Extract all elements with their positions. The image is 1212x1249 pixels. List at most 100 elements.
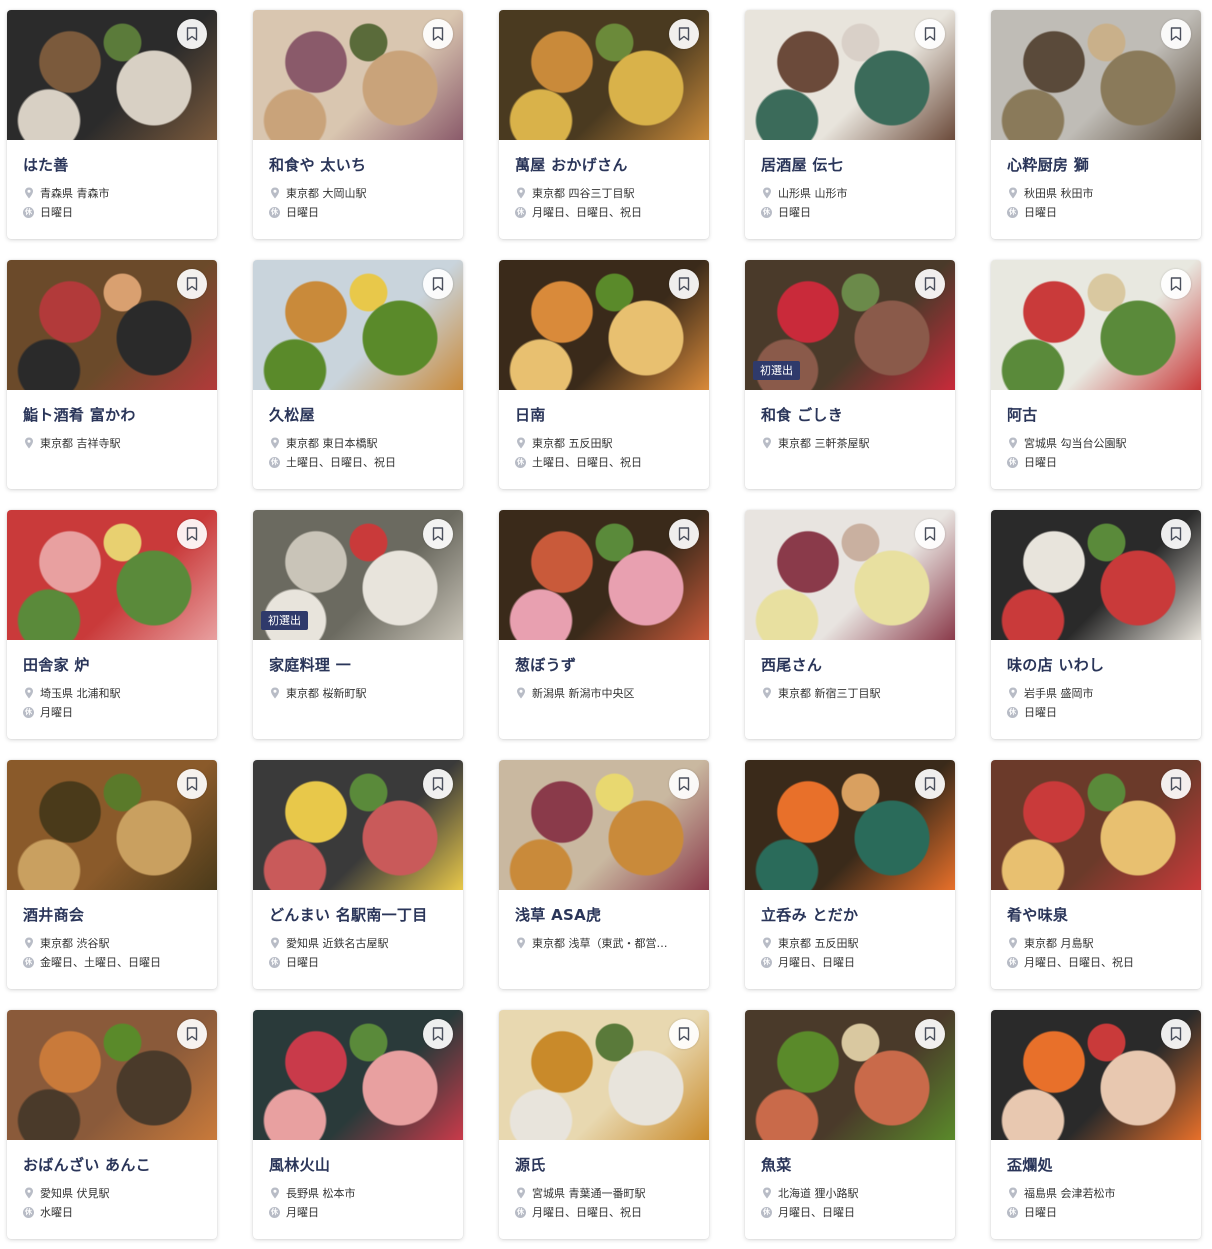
restaurant-photo[interactable] <box>253 760 463 890</box>
restaurant-name[interactable]: 源氏 <box>515 1154 699 1175</box>
restaurant-card[interactable]: 肴や味泉 東京都 月島駅休月曜日、日曜日、祝日 <box>991 760 1201 989</box>
restaurant-photo[interactable]: 初選出 <box>745 260 955 390</box>
bookmark-button[interactable] <box>423 1019 453 1049</box>
bookmark-button[interactable] <box>669 19 699 49</box>
restaurant-photo[interactable] <box>991 510 1201 640</box>
bookmark-button[interactable] <box>1161 1019 1191 1049</box>
restaurant-card[interactable]: 田舎家 炉埼玉県 北浦和駅休月曜日 <box>7 510 217 739</box>
restaurant-photo[interactable] <box>745 1010 955 1140</box>
bookmark-button[interactable] <box>915 19 945 49</box>
restaurant-name[interactable]: 浅草 ASA虎 <box>515 904 699 925</box>
restaurant-name[interactable]: 酒井商会 <box>23 904 207 925</box>
restaurant-card[interactable]: 源氏 宮城県 青葉通一番町駅休月曜日、日曜日、祝日 <box>499 1010 709 1239</box>
restaurant-card[interactable]: はた善 青森県 青森市休日曜日 <box>7 10 217 239</box>
restaurant-name[interactable]: どんまい 名駅南一丁目 <box>269 904 453 925</box>
restaurant-card[interactable]: おばんざい あんこ 愛知県 伏見駅休水曜日 <box>7 1010 217 1239</box>
restaurant-name[interactable]: 葱ぼうず <box>515 654 699 675</box>
restaurant-card[interactable]: どんまい 名駅南一丁目 愛知県 近鉄名古屋駅休日曜日 <box>253 760 463 989</box>
restaurant-card[interactable]: 浅草 ASA虎 東京都 浅草（東武・都営… <box>499 760 709 989</box>
restaurant-card[interactable]: 鮨ト酒肴 富かわ 東京都 吉祥寺駅 <box>7 260 217 489</box>
bookmark-button[interactable] <box>423 519 453 549</box>
restaurant-name[interactable]: 居酒屋 伝七 <box>761 154 945 175</box>
restaurant-card[interactable]: 阿古 宮城県 勾当台公園駅休日曜日 <box>991 260 1201 489</box>
bookmark-button[interactable] <box>669 519 699 549</box>
restaurant-name[interactable]: 肴や味泉 <box>1007 904 1191 925</box>
restaurant-name[interactable]: 心粋厨房 獅 <box>1007 154 1191 175</box>
bookmark-button[interactable] <box>915 269 945 299</box>
restaurant-card[interactable]: 久松屋 東京都 東日本橋駅休土曜日、日曜日、祝日 <box>253 260 463 489</box>
restaurant-card[interactable]: 初選出 和食 ごしき 東京都 三軒茶屋駅 <box>745 260 955 489</box>
restaurant-card[interactable]: 魚菜 北海道 狸小路駅休月曜日、日曜日 <box>745 1010 955 1239</box>
restaurant-name[interactable]: 阿古 <box>1007 404 1191 425</box>
restaurant-photo[interactable] <box>253 1010 463 1140</box>
restaurant-name[interactable]: 田舎家 炉 <box>23 654 207 675</box>
restaurant-name[interactable]: 西尾さん <box>761 654 945 675</box>
restaurant-photo[interactable]: 初選出 <box>253 510 463 640</box>
restaurant-photo[interactable] <box>499 1010 709 1140</box>
restaurant-name[interactable]: おばんざい あんこ <box>23 1154 207 1175</box>
restaurant-photo[interactable] <box>745 760 955 890</box>
restaurant-card[interactable]: 初選出 家庭料理 一東京都 桜新町駅 <box>253 510 463 739</box>
restaurant-card[interactable]: 立呑み とだか 東京都 五反田駅休月曜日、日曜日 <box>745 760 955 989</box>
restaurant-card[interactable]: 萬屋 おかげさん 東京都 四谷三丁目駅休月曜日、日曜日、祝日 <box>499 10 709 239</box>
bookmark-button[interactable] <box>1161 769 1191 799</box>
bookmark-button[interactable] <box>1161 519 1191 549</box>
restaurant-photo[interactable] <box>7 260 217 390</box>
restaurant-card[interactable]: 西尾さん 東京都 新宿三丁目駅 <box>745 510 955 739</box>
bookmark-button[interactable] <box>177 19 207 49</box>
restaurant-name[interactable]: 味の店 いわし <box>1007 654 1191 675</box>
restaurant-card[interactable]: 葱ぼうず 新潟県 新潟市中央区 <box>499 510 709 739</box>
restaurant-name[interactable]: 和食 ごしき <box>761 404 945 425</box>
restaurant-name[interactable]: 盃爛処 <box>1007 1154 1191 1175</box>
bookmark-button[interactable] <box>1161 19 1191 49</box>
restaurant-photo[interactable] <box>991 1010 1201 1140</box>
restaurant-photo[interactable] <box>7 760 217 890</box>
restaurant-card[interactable]: 和食や 太いち 東京都 大岡山駅休日曜日 <box>253 10 463 239</box>
restaurant-photo[interactable] <box>7 510 217 640</box>
restaurant-name[interactable]: 久松屋 <box>269 404 453 425</box>
restaurant-photo[interactable] <box>991 760 1201 890</box>
restaurant-photo[interactable] <box>991 260 1201 390</box>
restaurant-name[interactable]: 風林火山 <box>269 1154 453 1175</box>
restaurant-card[interactable]: 酒井商会 東京都 渋谷駅休金曜日、土曜日、日曜日 <box>7 760 217 989</box>
restaurant-card[interactable]: 日南 東京都 五反田駅休土曜日、日曜日、祝日 <box>499 260 709 489</box>
bookmark-button[interactable] <box>177 769 207 799</box>
bookmark-button[interactable] <box>1161 269 1191 299</box>
bookmark-button[interactable] <box>915 769 945 799</box>
bookmark-button[interactable] <box>915 519 945 549</box>
bookmark-button[interactable] <box>177 519 207 549</box>
restaurant-photo[interactable] <box>499 260 709 390</box>
restaurant-photo[interactable] <box>991 10 1201 140</box>
restaurant-photo[interactable] <box>499 510 709 640</box>
bookmark-button[interactable] <box>177 269 207 299</box>
restaurant-card[interactable]: 盃爛処 福島県 会津若松市休日曜日 <box>991 1010 1201 1239</box>
restaurant-photo[interactable] <box>745 510 955 640</box>
restaurant-name[interactable]: 魚菜 <box>761 1154 945 1175</box>
bookmark-button[interactable] <box>915 1019 945 1049</box>
restaurant-name[interactable]: 和食や 太いち <box>269 154 453 175</box>
bookmark-button[interactable] <box>423 269 453 299</box>
restaurant-photo[interactable] <box>499 760 709 890</box>
restaurant-photo[interactable] <box>253 260 463 390</box>
restaurant-card[interactable]: 味の店 いわし 岩手県 盛岡市休日曜日 <box>991 510 1201 739</box>
bookmark-button[interactable] <box>669 769 699 799</box>
restaurant-card[interactable]: 心粋厨房 獅秋田県 秋田市休日曜日 <box>991 10 1201 239</box>
bookmark-button[interactable] <box>423 769 453 799</box>
restaurant-photo[interactable] <box>7 1010 217 1140</box>
restaurant-name[interactable]: 萬屋 おかげさん <box>515 154 699 175</box>
restaurant-name[interactable]: はた善 <box>23 154 207 175</box>
bookmark-button[interactable] <box>423 19 453 49</box>
restaurant-name[interactable]: 立呑み とだか <box>761 904 945 925</box>
bookmark-button[interactable] <box>669 1019 699 1049</box>
restaurant-photo[interactable] <box>745 10 955 140</box>
bookmark-button[interactable] <box>177 1019 207 1049</box>
restaurant-card[interactable]: 居酒屋 伝七 山形県 山形市休日曜日 <box>745 10 955 239</box>
bookmark-button[interactable] <box>669 269 699 299</box>
restaurant-name[interactable]: 日南 <box>515 404 699 425</box>
restaurant-photo[interactable] <box>7 10 217 140</box>
restaurant-name[interactable]: 家庭料理 一 <box>269 654 453 675</box>
restaurant-card[interactable]: 風林火山 長野県 松本市休月曜日 <box>253 1010 463 1239</box>
restaurant-photo[interactable] <box>499 10 709 140</box>
restaurant-photo[interactable] <box>253 10 463 140</box>
restaurant-name[interactable]: 鮨ト酒肴 富かわ <box>23 404 207 425</box>
